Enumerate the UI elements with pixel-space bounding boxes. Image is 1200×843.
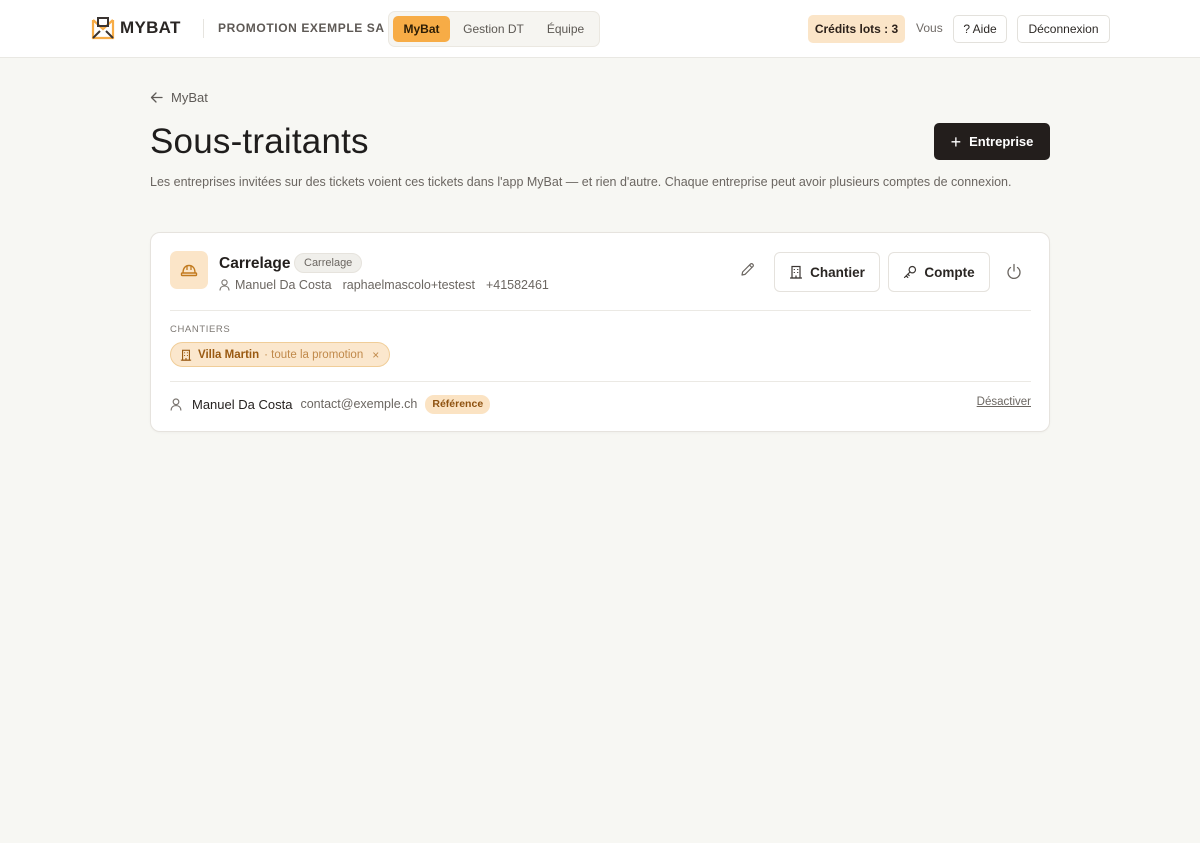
company-contact-line: Manuel Da Costa raphaelmascolo+testest +… bbox=[219, 278, 560, 292]
company-card: Carrelage Carrelage Manuel Da Costa raph… bbox=[150, 232, 1050, 432]
pencil-icon[interactable] bbox=[740, 262, 755, 277]
site-chip[interactable]: Villa Martin · toute la promotion × bbox=[170, 342, 391, 367]
company-name: Carrelage bbox=[219, 255, 291, 272]
brand-logo[interactable]: MYBAT bbox=[91, 16, 181, 40]
current-user-label[interactable]: Vous bbox=[916, 21, 943, 35]
contact-name: Manuel Da Costa bbox=[235, 278, 332, 292]
account-row: Manuel Da Costa contact@exemple.ch Référ… bbox=[170, 394, 1031, 414]
tab-equipe[interactable]: Équipe bbox=[536, 16, 595, 42]
tab-gestion-dt[interactable]: Gestion DT bbox=[455, 16, 532, 42]
top-bar: MYBAT PROMOTION EXEMPLE SA MyBat Gestion… bbox=[0, 0, 1200, 58]
reference-badge: Référence bbox=[425, 394, 491, 414]
contact-email: raphaelmascolo+testest bbox=[342, 278, 475, 292]
add-account-button[interactable]: Compte bbox=[888, 252, 990, 292]
plus-icon: + bbox=[950, 131, 962, 152]
account-email: contact@exemple.ch bbox=[300, 397, 418, 411]
key-icon bbox=[904, 265, 917, 279]
site-name: Villa Martin bbox=[198, 348, 260, 361]
building-icon bbox=[790, 265, 803, 279]
deactivate-link[interactable]: Désactiver bbox=[977, 396, 1031, 408]
hard-hat-icon bbox=[180, 264, 198, 277]
compte-button-label: Compte bbox=[924, 264, 975, 280]
card-divider-top bbox=[170, 310, 1031, 311]
remove-site-icon[interactable]: × bbox=[372, 348, 379, 362]
organization-name: PROMOTION EXEMPLE SA bbox=[218, 21, 385, 35]
credits-badge[interactable]: Crédits lots : 3 bbox=[808, 15, 905, 43]
power-icon[interactable] bbox=[1006, 263, 1022, 280]
tab-mybat[interactable]: MyBat bbox=[393, 16, 450, 42]
brand-name: MYBAT bbox=[120, 18, 181, 37]
site-scope: · toute la promotion bbox=[264, 348, 364, 361]
back-link[interactable]: MyBat bbox=[150, 90, 208, 105]
help-button[interactable]: ? Aide bbox=[953, 15, 1007, 43]
logout-button[interactable]: Déconnexion bbox=[1017, 15, 1110, 43]
header-divider bbox=[203, 19, 204, 38]
chantiers-section-label: CHANTIERS bbox=[170, 324, 231, 335]
building-icon bbox=[180, 349, 192, 361]
trade-badge: Carrelage bbox=[294, 253, 363, 273]
company-avatar bbox=[170, 251, 208, 289]
account-name: Manuel Da Costa bbox=[192, 396, 293, 412]
user-icon bbox=[170, 397, 182, 411]
logo-mark-icon bbox=[91, 17, 115, 40]
user-icon bbox=[219, 279, 230, 291]
arrow-left-icon bbox=[150, 92, 163, 103]
chantier-button-label: Chantier bbox=[810, 264, 865, 280]
page-description: Les entreprises invitées sur des tickets… bbox=[150, 175, 1012, 189]
main-nav: MyBat Gestion DT Équipe bbox=[388, 11, 600, 47]
add-company-label: Entreprise bbox=[969, 134, 1034, 149]
page-title: Sous-traitants bbox=[150, 122, 369, 161]
add-chantier-button[interactable]: Chantier bbox=[774, 252, 880, 292]
contact-phone: +41582461 bbox=[485, 278, 549, 292]
back-link-label: MyBat bbox=[171, 90, 208, 105]
add-company-button[interactable]: + Entreprise bbox=[934, 123, 1050, 160]
card-divider-bottom bbox=[170, 381, 1031, 382]
